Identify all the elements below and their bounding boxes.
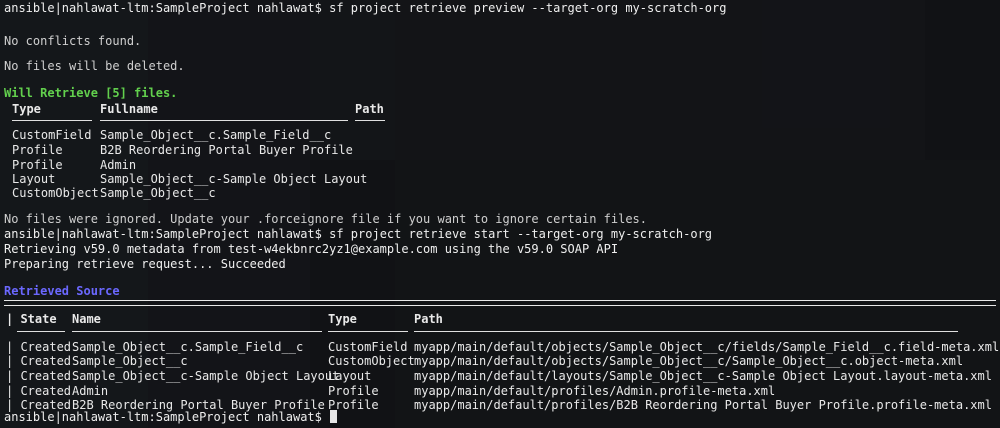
no-conflicts-message: No conflicts found. — [4, 34, 142, 48]
preview-header-rule — [12, 120, 92, 121]
shell-prompt: ansible|nahlawat-ltm:SampleProject nahla… — [4, 410, 322, 424]
preparing-message: Preparing retrieve request... Succeeded — [4, 257, 286, 271]
preview-row-fullname: B2B Reordering Portal Buyer Profile — [100, 143, 353, 157]
terminal-window[interactable]: ansible|nahlawat-ltm:SampleProject nahla… — [0, 0, 1000, 428]
source-row-name: Sample_Object__c-Sample Object Layout — [72, 369, 340, 383]
command-line-1: ansible|nahlawat-ltm:SampleProject nahla… — [4, 0, 726, 17]
source-header-rule — [414, 331, 958, 332]
source-header-path: Path — [414, 312, 443, 326]
source-header-rule — [72, 331, 322, 332]
source-header-rule — [328, 331, 408, 332]
preview-header-type: Type — [12, 102, 41, 116]
source-header-rule — [17, 331, 65, 332]
preview-header-rule — [355, 120, 385, 121]
text-cursor — [330, 410, 338, 423]
source-row-path: myapp/main/default/profiles/B2B Reorderi… — [414, 398, 992, 412]
preview-row-fullname: Sample_Object__c — [100, 186, 216, 200]
will-retrieve-heading: Will Retrieve [5] files. — [4, 86, 178, 100]
shell-prompt: ansible|nahlawat-ltm:SampleProject nahla… — [4, 1, 322, 15]
active-prompt-line[interactable]: ansible|nahlawat-ltm:SampleProject nahla… — [4, 409, 338, 426]
shell-prompt: ansible|nahlawat-ltm:SampleProject nahla… — [4, 227, 322, 241]
preview-header-rule — [100, 120, 348, 121]
command-text: sf project retrieve start --target-org m… — [329, 227, 713, 241]
retrieved-source-heading: Retrieved Source — [4, 284, 120, 298]
table-top-border — [4, 300, 996, 306]
no-deletions-message: No files will be deleted. — [4, 59, 185, 73]
source-header-type: Type — [328, 312, 357, 326]
source-header-name: Name — [72, 312, 101, 326]
preview-header-fullname: Fullname — [100, 102, 158, 116]
command-text: sf project retrieve preview --target-org… — [329, 1, 727, 15]
source-header-state: | State — [6, 312, 57, 326]
preview-row-type: CustomObject — [12, 186, 99, 200]
preview-header-path: Path — [355, 102, 384, 116]
